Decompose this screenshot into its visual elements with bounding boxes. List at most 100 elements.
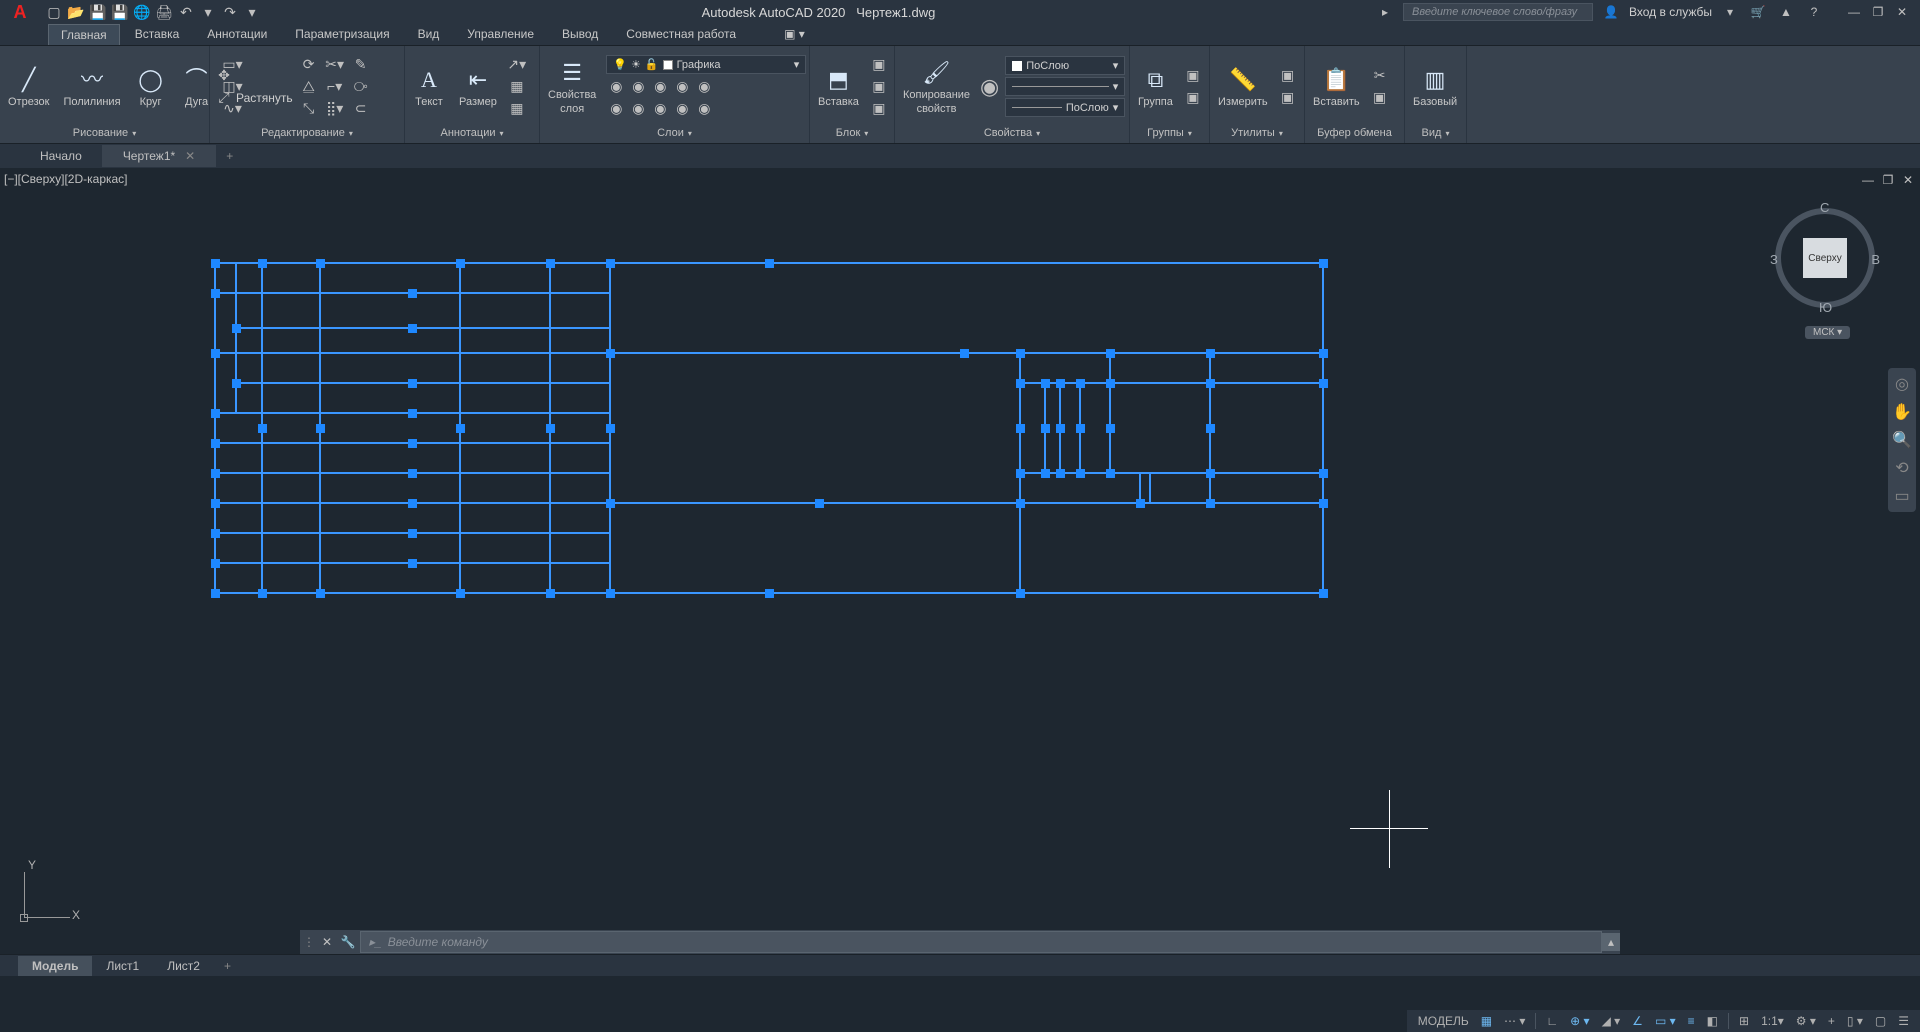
circle-button[interactable]: ◯Круг (131, 62, 171, 111)
wcs-label[interactable]: МСК ▾ (1805, 326, 1850, 339)
leader-icon[interactable]: ↗▾ (507, 55, 527, 75)
redo-icon[interactable]: ↷ (220, 2, 240, 22)
tab-manage[interactable]: Управление (454, 23, 547, 45)
ucs-icon[interactable]: Y X (10, 856, 80, 926)
ortho-toggle[interactable]: ∟ (1541, 1012, 1563, 1030)
cmd-options-icon[interactable]: 🔧 (336, 935, 360, 949)
close-file-icon[interactable]: ✕ (185, 149, 195, 163)
layer-dropdown[interactable]: 💡 ☀ 🔓 Графика ▾ (606, 55, 806, 74)
app-logo[interactable]: A (0, 0, 40, 24)
layer-tool-icon[interactable]: ◉ (672, 98, 692, 118)
chevron-down-icon[interactable]: ▾ (198, 2, 218, 22)
tab-collab[interactable]: Совместная работа (613, 23, 749, 45)
tab-model[interactable]: Модель (18, 956, 92, 976)
tab-parametric[interactable]: Параметризация (282, 23, 402, 45)
group-tool-icon[interactable]: ▣ (1183, 88, 1203, 108)
add-layout-button[interactable]: + (214, 956, 241, 976)
transparency-toggle[interactable]: ◧ (1702, 1012, 1723, 1030)
layer-tool-icon[interactable]: ◉ (650, 98, 670, 118)
command-input[interactable]: ▸_ Введите команду (360, 931, 1602, 953)
scale-label[interactable]: 1:1 ▾ (1756, 1012, 1789, 1030)
scale-icon[interactable]: ⤡ (299, 99, 319, 119)
polyline-button[interactable]: 〰Полилиния (59, 62, 124, 111)
tab-featured[interactable]: ▣ ▾ (771, 23, 818, 45)
panel-annot-title[interactable]: Аннотации▾ (409, 125, 535, 141)
baseview-button[interactable]: ▥Базовый (1409, 62, 1461, 111)
layer-tool-icon[interactable]: ◉ (694, 98, 714, 118)
layer-tool-icon[interactable]: ◉ (628, 98, 648, 118)
ui-config-icon[interactable]: ▯ ▾ (1842, 1012, 1868, 1030)
file-tab-current[interactable]: Чертеж1* ✕ (103, 145, 216, 167)
explode-icon[interactable]: ⧂ (351, 77, 371, 97)
block-tool-icon[interactable]: ▣ (869, 55, 889, 75)
search-input[interactable]: Введите ключевое слово/фразу (1403, 3, 1593, 21)
chevron-down-icon[interactable]: ▾ (1720, 2, 1740, 22)
copy-icon[interactable]: ▣ (1370, 88, 1390, 108)
tab-annotate[interactable]: Аннотации (194, 23, 280, 45)
move-icon[interactable]: ✥ (214, 66, 234, 86)
block-tool-icon[interactable]: ▣ (869, 77, 889, 97)
file-tab-start[interactable]: Начало (20, 145, 103, 167)
insert-block-button[interactable]: ⬒Вставка (814, 62, 863, 111)
snap-toggle[interactable]: ⋯ ▾ (1499, 1012, 1530, 1030)
offset-icon[interactable]: ⊂ (351, 99, 371, 119)
saveas-icon[interactable]: 💾 (110, 2, 130, 22)
matchprops-button[interactable]: 🖌Копирование свойств (899, 55, 974, 117)
group-button[interactable]: ⧉Группа (1134, 62, 1177, 111)
panel-utils-title[interactable]: Утилиты▾ (1214, 125, 1300, 141)
erase-icon[interactable]: ✎ (351, 55, 371, 75)
layer-tool-icon[interactable]: ◉ (650, 76, 670, 96)
polar-toggle[interactable]: ⊕ ▾ (1565, 1012, 1594, 1030)
drawing-viewport[interactable]: [−][Сверху][2D-каркас] — ❐ ✕ (0, 168, 1920, 930)
compass-south[interactable]: Ю (1819, 300, 1832, 315)
chevron-right-icon[interactable]: ▸ (1375, 2, 1395, 22)
cmd-handle-icon[interactable]: ⋮ (300, 935, 318, 949)
panel-layers-title[interactable]: Слои▾ (544, 125, 805, 141)
signin-icon[interactable]: 👤 (1601, 2, 1621, 22)
chevron-down-icon[interactable]: ▾ (242, 2, 262, 22)
paste-button[interactable]: 📋Вставить (1309, 62, 1364, 111)
signin-label[interactable]: Вход в службы (1629, 5, 1712, 19)
restore-icon[interactable]: ❐ (1868, 2, 1888, 22)
block-tool-icon[interactable]: ▣ (869, 99, 889, 119)
close-icon[interactable]: ✕ (1892, 2, 1912, 22)
panel-groups-title[interactable]: Группы▾ (1134, 125, 1205, 141)
clean-screen-icon[interactable]: ▢ (1870, 1012, 1891, 1030)
line-button[interactable]: ╱Отрезок (4, 62, 53, 111)
otrack-toggle[interactable]: ▭ ▾ (1650, 1012, 1681, 1030)
pan-icon[interactable]: ✋ (1890, 400, 1914, 424)
panel-view-title[interactable]: Вид▾ (1409, 125, 1462, 141)
tab-output[interactable]: Вывод (549, 23, 611, 45)
undo-icon[interactable]: ↶ (176, 2, 196, 22)
tab-layout1[interactable]: Лист1 (92, 956, 153, 976)
app-switcher-icon[interactable]: ▲ (1776, 2, 1796, 22)
panel-block-title[interactable]: Блок▾ (814, 125, 890, 141)
layer-tool-icon[interactable]: ◉ (606, 76, 626, 96)
layerprops-button[interactable]: ☰Свойства слоя (544, 55, 600, 117)
panel-draw-title[interactable]: Рисование▾ (4, 125, 205, 141)
new-icon[interactable]: ▢ (44, 2, 64, 22)
color-wheel-icon[interactable]: ◉ (980, 77, 999, 97)
layer-tool-icon[interactable]: ◉ (672, 76, 692, 96)
viewcube[interactable]: С Ю В З Сверху МСК ▾ (1770, 200, 1880, 340)
layer-tool-icon[interactable]: ◉ (606, 98, 626, 118)
zoom-icon[interactable]: 🔍 (1890, 428, 1914, 452)
trim-icon[interactable]: ✂▾ (325, 55, 345, 75)
wheel-icon[interactable]: ◎ (1890, 372, 1914, 396)
lwt-toggle[interactable]: ≡ (1683, 1012, 1700, 1030)
compass-north[interactable]: С (1820, 200, 1829, 215)
tab-view[interactable]: Вид (405, 23, 453, 45)
util-tool-icon[interactable]: ▣ (1278, 66, 1298, 86)
open-icon[interactable]: 📂 (66, 2, 86, 22)
plot-icon[interactable]: 🖨 (154, 2, 174, 22)
layer-tool-icon[interactable]: ◉ (694, 76, 714, 96)
dim-button[interactable]: ⇤Размер (455, 62, 501, 111)
status-model[interactable]: МОДЕЛЬ (1413, 1012, 1474, 1030)
iso-toggle[interactable]: ◢ ▾ (1597, 1012, 1626, 1030)
rotate-icon[interactable]: ⟳ (299, 55, 319, 75)
util-tool-icon[interactable]: ▣ (1278, 88, 1298, 108)
layer-tool-icon[interactable]: ◉ (628, 76, 648, 96)
zoom-plus[interactable]: + (1823, 1012, 1840, 1030)
linetype-dropdown[interactable]: ПоСлою▾ (1005, 98, 1125, 117)
fillet-icon[interactable]: ⌐▾ (325, 77, 345, 97)
